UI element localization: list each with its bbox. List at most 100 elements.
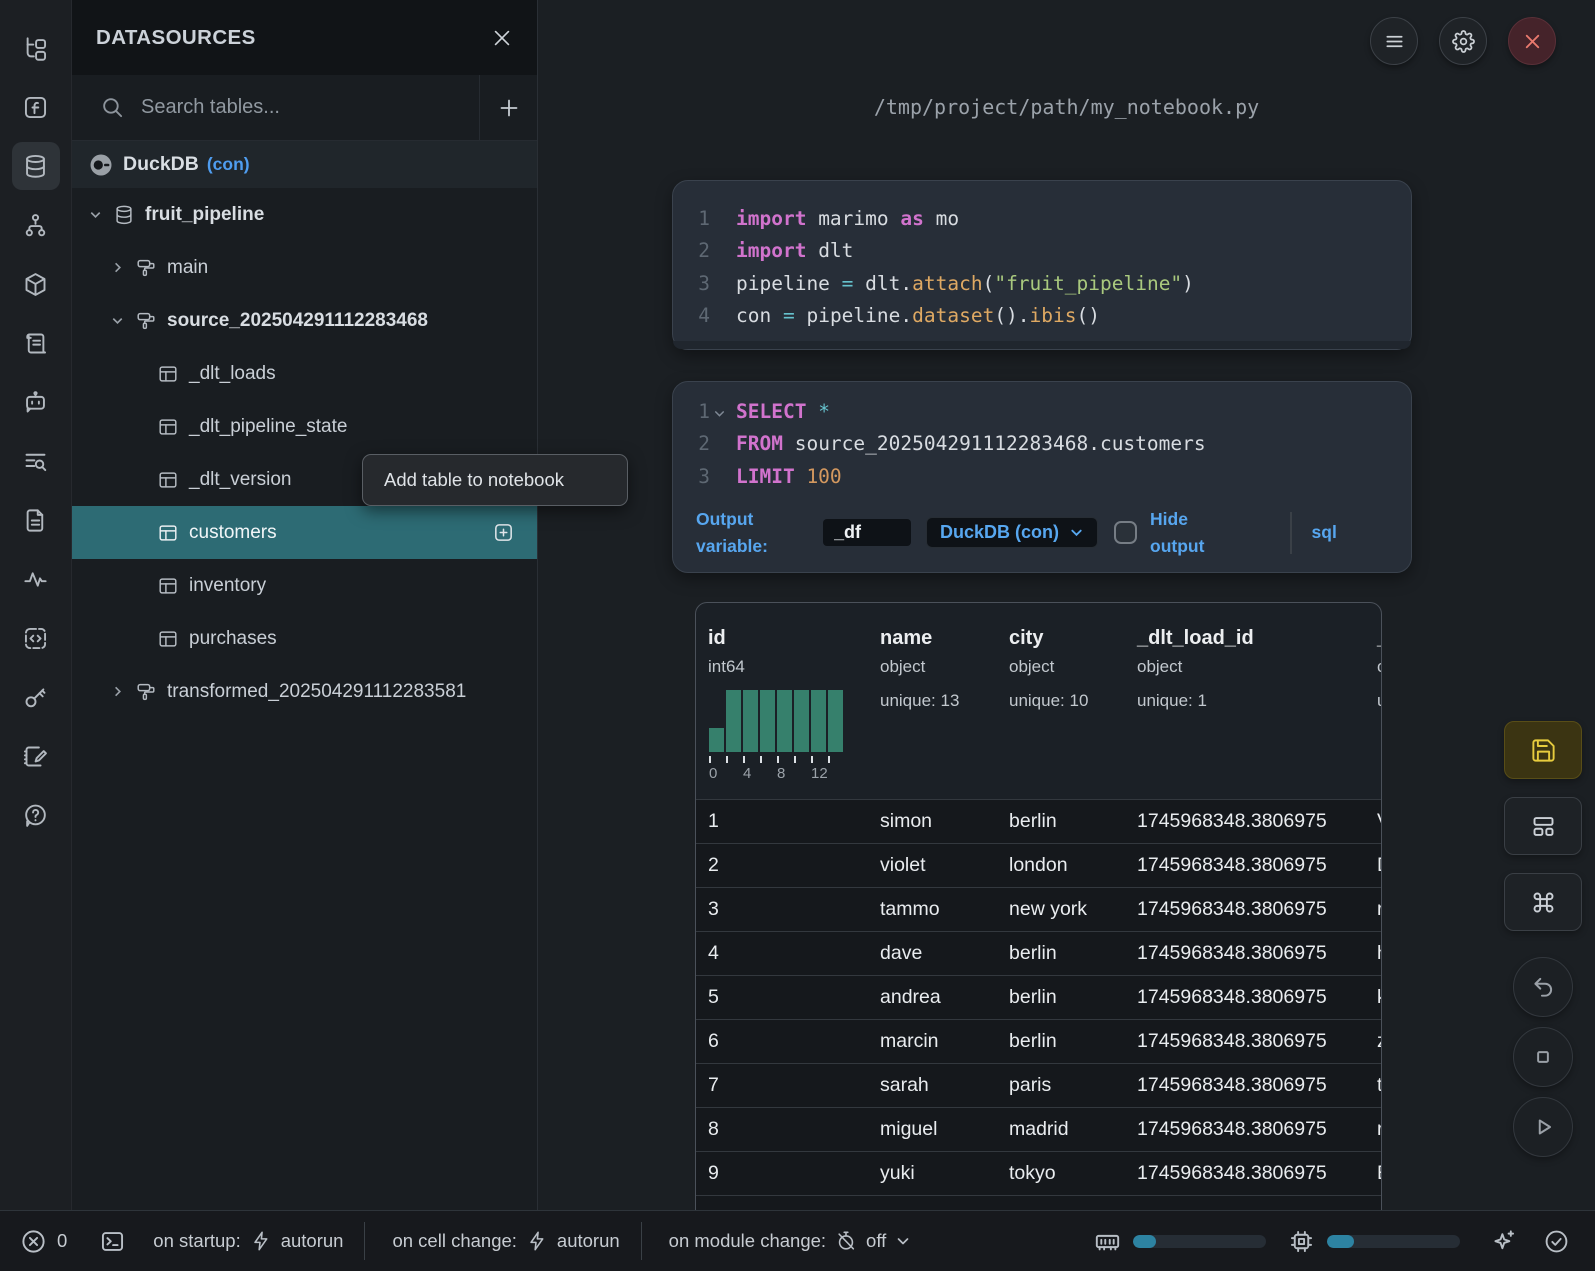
tree-item-label: source_202504291112283468 <box>167 310 428 332</box>
close-app-button[interactable] <box>1508 17 1556 65</box>
add-table-button[interactable] <box>492 521 515 544</box>
table-cell: V <box>1377 810 1382 833</box>
close-icon <box>491 27 513 49</box>
run-button[interactable] <box>1513 1097 1573 1157</box>
tree-item-_dlt_loads[interactable]: _dlt_loads <box>72 347 537 400</box>
stop-icon <box>1530 1044 1556 1070</box>
table-cell: violet <box>880 854 1009 877</box>
language-badge: sql <box>1312 519 1337 546</box>
chevron-right-icon <box>110 260 125 275</box>
help-icon-button[interactable] <box>12 791 60 839</box>
cpu-icon <box>1288 1228 1315 1255</box>
list-search-icon <box>22 448 49 475</box>
tree-item-label: transformed_202504291112283581 <box>167 681 466 703</box>
tree-item-transformed_202504291112283581[interactable]: transformed_202504291112283581 <box>72 665 537 718</box>
package-icon <box>22 271 49 298</box>
add-datasource-button[interactable] <box>480 75 537 140</box>
tree-item-label: main <box>167 257 208 279</box>
settings-button[interactable] <box>1439 17 1487 65</box>
tree-item-purchases[interactable]: purchases <box>72 612 537 665</box>
table-cell: new york <box>1009 898 1137 921</box>
menu-button[interactable] <box>1370 17 1418 65</box>
tree-item-main[interactable]: main <box>72 241 537 294</box>
tree-item-source_202504291112283468[interactable]: source_202504291112283468 <box>72 294 537 347</box>
table-row: 3tammonew york1745968348.3806975r <box>696 887 1381 931</box>
on-startup-value: autorun <box>281 1230 344 1252</box>
on-cell-change-setting[interactable]: on cell change: autorun <box>392 1230 619 1252</box>
tree-item-inventory[interactable]: inventory <box>72 559 537 612</box>
output-variable-input[interactable] <box>823 519 911 546</box>
scratchpad-icon-button[interactable] <box>12 732 60 780</box>
table-icon <box>157 628 179 650</box>
snippets-icon-button[interactable] <box>12 614 60 662</box>
gear-icon <box>1452 30 1475 53</box>
notebook-path: /tmp/project/path/my_notebook.py <box>538 95 1595 119</box>
chevron-down-icon <box>895 1233 911 1249</box>
datasources-icon-button[interactable] <box>12 142 60 190</box>
on-module-change-setting[interactable]: on module change: off <box>669 1230 912 1252</box>
tree-item-label: fruit_pipeline <box>145 204 264 226</box>
on-module-change-label: on module change: <box>669 1230 826 1252</box>
on-cell-change-value: autorun <box>557 1230 620 1252</box>
table-cell: andrea <box>880 986 1009 1009</box>
sql-code-cell[interactable]: 1SELECT *2FROM source_202504291112283468… <box>672 381 1412 573</box>
panel-header: DATASOURCES <box>72 0 537 75</box>
table-cell: t <box>1377 1074 1382 1097</box>
find-icon-button[interactable] <box>12 437 60 485</box>
documentation-icon-button[interactable] <box>12 496 60 544</box>
python-code-cell[interactable]: 1import marimo as mo2import dlt3pipeline… <box>672 180 1412 350</box>
ram-meter-fill <box>1133 1235 1156 1248</box>
dependency-graph-icon <box>22 212 49 239</box>
table-cell: berlin <box>1009 1030 1137 1053</box>
on-startup-setting[interactable]: on startup: autorun <box>153 1230 343 1252</box>
sql-code: 1SELECT *2FROM source_202504291112283468… <box>673 395 1411 493</box>
result-table: idint6404812nameobjectunique: 13cityobje… <box>695 602 1382 1210</box>
code-line: 4con = pipeline.dataset().ibis() <box>673 300 1411 333</box>
terminal-button[interactable] <box>99 1228 126 1255</box>
undo-icon <box>1530 974 1556 1000</box>
table-cell: 1745968348.3806975 <box>1137 942 1377 965</box>
engine-select-dropdown[interactable]: DuckDB (con) <box>926 517 1098 548</box>
hide-output-checkbox[interactable] <box>1114 521 1137 544</box>
dependencies-icon-button[interactable] <box>12 201 60 249</box>
connection-row-duckdb[interactable]: DuckDB (con) <box>72 141 537 188</box>
table-cell: 1745968348.3806975 <box>1137 1118 1377 1141</box>
table-cell: berlin <box>1009 942 1137 965</box>
save-button[interactable] <box>1504 721 1582 779</box>
keyboard-shortcuts-button[interactable] <box>1504 873 1582 931</box>
table-icon <box>157 363 179 385</box>
hide-output-label: Hide output <box>1150 506 1232 560</box>
connection-engine: DuckDB <box>123 153 199 176</box>
search-row <box>72 75 537 141</box>
ai-assist-button[interactable] <box>1490 1228 1517 1255</box>
layout-select-button[interactable] <box>1504 797 1582 855</box>
sparkles-icon <box>1490 1228 1517 1255</box>
undo-button[interactable] <box>1513 957 1573 1017</box>
functions-icon-button[interactable] <box>12 83 60 131</box>
tree-item-customers[interactable]: customers <box>72 506 537 559</box>
table-cell: 6 <box>708 1030 880 1053</box>
interrupt-button[interactable] <box>1513 1027 1573 1087</box>
hamburger-menu-icon <box>1383 30 1406 53</box>
table-cell: 5 <box>708 986 880 1009</box>
tree-item-_dlt_pipeline_state[interactable]: _dlt_pipeline_state <box>72 400 537 453</box>
file-tree-icon-button[interactable] <box>12 24 60 72</box>
table-row: 4daveberlin1745968348.3806975h <box>696 931 1381 975</box>
add-table-icon <box>492 521 515 544</box>
table-cell: k <box>1377 986 1382 1009</box>
tree-item-fruit_pipeline[interactable]: fruit_pipeline <box>72 188 537 241</box>
error-indicator[interactable]: 0 <box>20 1228 67 1255</box>
secrets-icon-button[interactable] <box>12 673 60 721</box>
search-tables-input[interactable] <box>141 96 479 119</box>
logs-icon-button[interactable] <box>12 319 60 367</box>
table-row: 5andreaberlin1745968348.3806975k <box>696 975 1381 1019</box>
functions-icon <box>22 94 49 121</box>
table-icon <box>157 416 179 438</box>
database-icon <box>113 204 135 226</box>
panel-close-button[interactable] <box>491 27 513 49</box>
ai-chat-icon-button[interactable] <box>12 378 60 426</box>
packages-icon-button[interactable] <box>12 260 60 308</box>
table-cell: 1745968348.3806975 <box>1137 854 1377 877</box>
ram-icon <box>1094 1228 1121 1255</box>
tracing-icon-button[interactable] <box>12 555 60 603</box>
